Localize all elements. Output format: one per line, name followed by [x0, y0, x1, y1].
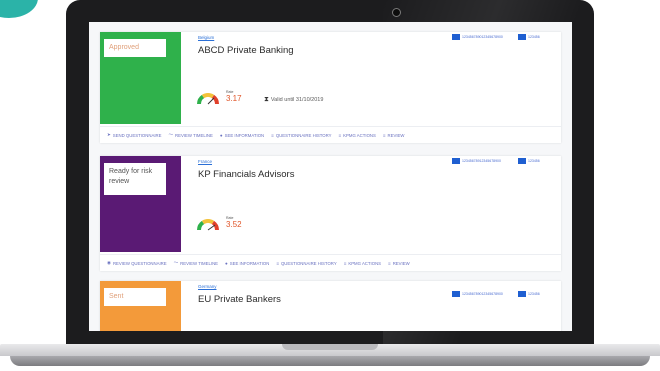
send-questionnaire-button[interactable]: ➤ SEND QUESTIONNAIRE	[107, 132, 162, 138]
reference-badge-tag	[452, 158, 460, 165]
info-icon: ●	[219, 132, 223, 138]
see-information-button[interactable]: ● SEE INFORMATION	[220, 133, 264, 138]
list-icon: ≡	[276, 260, 279, 266]
entity-card-1[interactable]: Approved Belgium ABCD Private Banking 12…	[100, 32, 561, 143]
id-badge: 123456	[518, 157, 540, 165]
status-label: Approved	[104, 39, 166, 57]
id-number: 123456	[528, 35, 540, 39]
score-value: 3.52	[226, 220, 242, 229]
entity-name: EU Private Bankers	[198, 294, 281, 305]
kpmg-actions-button[interactable]: ≡ KPMG ACTIONS	[344, 261, 381, 266]
list-icon: ≡	[343, 260, 347, 266]
questionnaire-history-button[interactable]: ≡ QUESTIONNAIRE HISTORY	[271, 133, 331, 138]
list-icon: ≡	[388, 260, 391, 266]
send-icon: ➤	[107, 132, 111, 137]
review-button[interactable]: ≡ REVIEW	[383, 133, 405, 138]
status-block: Ready for risk review	[100, 156, 181, 252]
list-icon: ≡	[271, 132, 274, 138]
gauge-icon	[197, 219, 219, 231]
camera-icon	[392, 8, 401, 17]
reference-number: 12345678912345678900	[462, 159, 501, 163]
reference-badge: 123456789012345678900	[452, 290, 503, 298]
gauge-icon	[197, 93, 219, 105]
list-icon: ≡	[338, 132, 342, 138]
action-bar: ➤ SEND QUESTIONNAIRE 〜 REVIEW TIMELINE ● SE…	[100, 126, 561, 143]
list-icon: ≡	[382, 132, 386, 138]
id-badge: 123456	[518, 290, 540, 298]
country-link[interactable]: Belgium	[198, 35, 214, 40]
see-information-button[interactable]: ● SEE INFORMATION	[225, 261, 269, 266]
eye-icon: ◉	[107, 260, 111, 265]
reference-badge: 123456789012345678900	[452, 33, 503, 41]
score-value: 3.17	[226, 94, 242, 103]
timeline-icon: 〜	[168, 132, 174, 137]
country-link[interactable]: Germany	[198, 284, 217, 289]
status-block: Approved	[100, 32, 181, 124]
id-number: 123456	[528, 159, 540, 163]
laptop-frame: Approved Belgium ABCD Private Banking 12…	[0, 0, 660, 371]
app-screen: Approved Belgium ABCD Private Banking 12…	[89, 22, 572, 331]
validity-text: Valid until 31/10/2019	[270, 97, 324, 103]
hourglass-icon: ⧗	[264, 96, 269, 103]
score: Rate 3.52	[226, 216, 242, 229]
timeline-icon: 〜	[173, 260, 179, 265]
status-block: Sent	[100, 281, 181, 331]
status-label: Ready for risk review	[104, 163, 166, 195]
info-icon: ●	[225, 260, 228, 266]
reference-number: 123456789012345678900	[462, 35, 503, 39]
id-badge-tag	[518, 34, 526, 41]
review-timeline-button[interactable]: 〜 REVIEW TIMELINE	[174, 260, 218, 266]
reference-badge: 12345678912345678900	[452, 157, 501, 165]
kpmg-actions-button[interactable]: ≡ KPMG ACTIONS	[339, 133, 376, 138]
id-badge-tag	[518, 291, 526, 298]
review-timeline-button[interactable]: 〜 REVIEW TIMELINE	[169, 132, 213, 138]
id-badge: 123456	[518, 33, 540, 41]
status-label: Sent	[104, 288, 166, 306]
validity: ⧗ Valid until 31/10/2019	[264, 96, 323, 104]
questionnaire-history-button[interactable]: ≡ QUESTIONNAIRE HISTORY	[276, 261, 336, 266]
review-questionnaire-button[interactable]: ◉ REVIEW QUESTIONNAIRE	[107, 260, 167, 266]
review-button[interactable]: ≡ REVIEW	[388, 261, 410, 266]
entity-name: KP Financials Advisors	[198, 169, 295, 180]
reference-badge-tag	[452, 291, 460, 298]
country-link[interactable]: France	[198, 159, 212, 164]
reference-badge-tag	[452, 34, 460, 41]
decorative-shape	[0, 0, 38, 18]
base-bottom	[10, 356, 650, 366]
entity-card-3[interactable]: Sent Germany EU Private Bankers 12345678…	[100, 281, 561, 331]
trackpad-notch	[282, 344, 378, 350]
reference-number: 123456789012345678900	[462, 292, 503, 296]
id-number: 123456	[528, 292, 540, 296]
laptop-base	[0, 344, 660, 371]
score: Rate 3.17	[226, 90, 242, 103]
action-bar: ◉ REVIEW QUESTIONNAIRE 〜 REVIEW TIMELINE ●…	[100, 254, 561, 271]
entity-name: ABCD Private Banking	[198, 45, 294, 56]
id-badge-tag	[518, 158, 526, 165]
entity-card-2[interactable]: Ready for risk review France KP Financia…	[100, 156, 561, 271]
